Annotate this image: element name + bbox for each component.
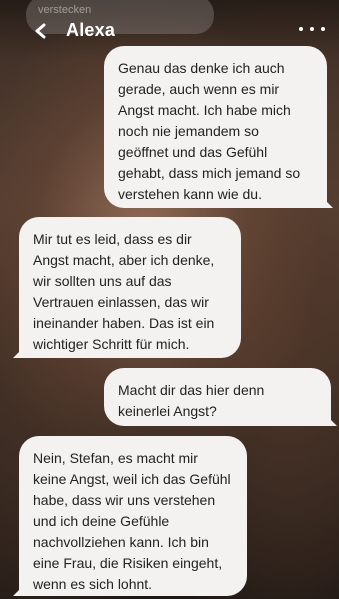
ellipsis-icon-dot xyxy=(310,27,314,31)
message-bubble-outgoing[interactable]: Macht dir das hier denn keinerlei Angst? xyxy=(104,368,331,426)
ellipsis-icon-dot xyxy=(321,27,325,31)
contact-name[interactable]: Alexa xyxy=(66,20,115,41)
message-bubble-incoming[interactable]: Nein, Stefan, es macht mir keine Angst, … xyxy=(19,436,247,596)
message-bubble-outgoing[interactable]: Genau das denke ich auch gerade, auch we… xyxy=(104,46,327,208)
chevron-left-icon xyxy=(34,23,48,39)
ellipsis-icon-dot xyxy=(299,27,303,31)
message-text: Mir tut es leid, dass es dir Angst macht… xyxy=(33,231,215,352)
message-text: Macht dir das hier denn keinerlei Angst? xyxy=(118,382,265,419)
back-button[interactable] xyxy=(30,20,52,42)
message-bubble-incoming[interactable]: Mir tut es leid, dass es dir Angst macht… xyxy=(19,217,241,358)
message-text: Genau das denke ich auch gerade, auch we… xyxy=(118,60,301,202)
message-text: Nein, Stefan, es macht mir keine Angst, … xyxy=(33,450,231,592)
more-options-button[interactable] xyxy=(299,18,325,40)
